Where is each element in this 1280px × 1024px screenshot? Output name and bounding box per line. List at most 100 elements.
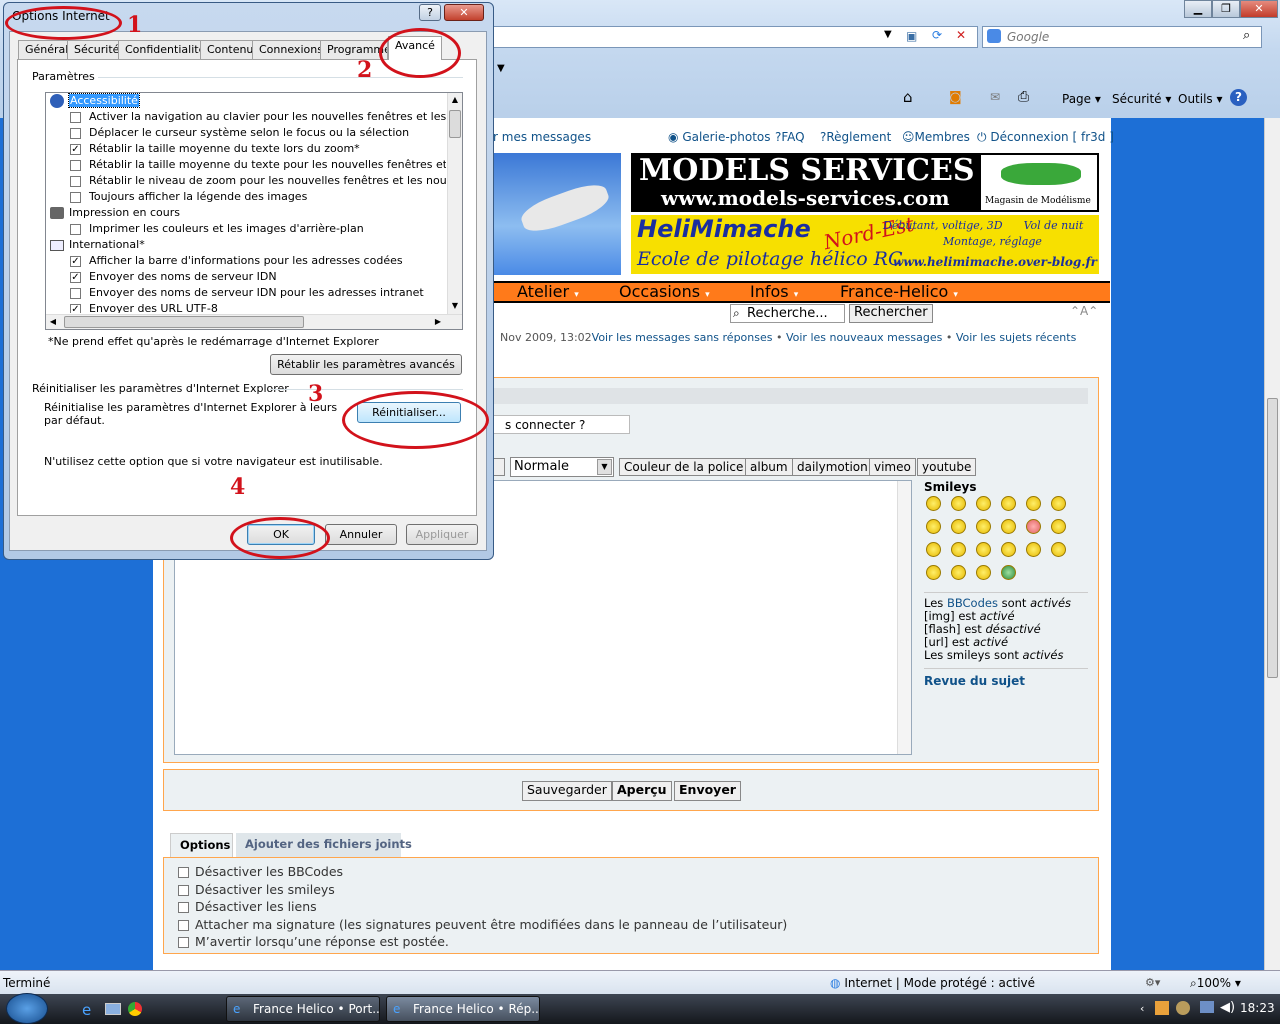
- search-engine-input[interactable]: Google: [982, 26, 1262, 48]
- forum-search-input[interactable]: ⌕ Recherche...: [730, 304, 845, 323]
- models-services-banner[interactable]: MODELS SERVICES www.models-services.com …: [631, 153, 1099, 212]
- option-disable-bbcode[interactable]: Désactiver les BBCodes: [178, 863, 787, 881]
- tray-app-icon-2[interactable]: [1176, 1001, 1190, 1015]
- textarea-scrollbar[interactable]: [897, 481, 911, 754]
- zoom-level[interactable]: ⌕100% ▾: [1190, 976, 1241, 991]
- desktop-icon[interactable]: [105, 1003, 121, 1015]
- setting-category-accessibility[interactable]: Accessibilité: [50, 93, 140, 109]
- font-size-icon[interactable]: ⌃A⌃: [1070, 304, 1098, 318]
- smiley-icon[interactable]: [976, 565, 991, 580]
- faq-link[interactable]: ?FAQ: [775, 130, 805, 144]
- album-button[interactable]: album: [745, 458, 793, 476]
- tab-options[interactable]: Options: [170, 833, 233, 858]
- smiley-icon[interactable]: [976, 496, 991, 511]
- compat-icon[interactable]: ▣: [906, 29, 917, 43]
- security-zone[interactable]: ◍ Internet | Mode protégé : activé: [830, 976, 1035, 990]
- setting-keyboard-nav[interactable]: Activer la navigation au clavier pour le…: [70, 109, 446, 125]
- search-icon[interactable]: ⌕: [1243, 28, 1250, 43]
- option-disable-smileys[interactable]: Désactiver les smileys: [178, 881, 787, 899]
- tab-connections[interactable]: Connexions: [252, 40, 330, 60]
- setting-reset-text-zoom[interactable]: ✓ Rétablir la taille moyenne du texte lor…: [70, 141, 360, 157]
- tray-app-icon[interactable]: [1155, 1001, 1169, 1015]
- scrollbar-thumb[interactable]: [1267, 398, 1278, 678]
- volume-icon[interactable]: ◀): [1220, 1000, 1235, 1015]
- smiley-icon[interactable]: [1001, 519, 1016, 534]
- scrollbar-thumb[interactable]: [64, 316, 304, 328]
- dialog-close-button[interactable]: ✕: [444, 4, 484, 21]
- settings-scrollbar-v[interactable]: ▲ ▼: [447, 93, 462, 314]
- smiley-icon[interactable]: [1026, 542, 1041, 557]
- smiley-icon[interactable]: [926, 519, 941, 534]
- home-icon[interactable]: ⌂: [903, 88, 913, 106]
- scroll-left-icon[interactable]: ◀: [46, 315, 60, 329]
- dailymotion-button[interactable]: dailymotion: [792, 458, 873, 476]
- tabs-dropdown-icon[interactable]: ▼: [497, 63, 505, 74]
- menu-infos[interactable]: Infos ▾: [750, 282, 798, 301]
- restore-advanced-button[interactable]: Rétablir les paramètres avancés: [270, 354, 462, 375]
- preview-button[interactable]: Aperçu: [612, 781, 672, 801]
- tray-expand-icon[interactable]: ‹: [1140, 1002, 1144, 1015]
- gallery-link[interactable]: ◉ Galerie-photos: [668, 130, 771, 144]
- protected-mode-icon[interactable]: ⚙▾: [1145, 976, 1160, 989]
- taskbar-item-portal[interactable]: e France Helico • Port...: [226, 996, 380, 1022]
- minimize-button[interactable]: ▁: [1184, 0, 1212, 18]
- option-attach-signature[interactable]: Attacher ma signature (les signatures pe…: [178, 916, 787, 934]
- dialog-help-button[interactable]: ?: [419, 4, 441, 21]
- bbcodes-link[interactable]: BBCodes: [947, 596, 998, 610]
- smiley-icon[interactable]: [1051, 542, 1066, 557]
- smiley-icon[interactable]: [951, 496, 966, 511]
- page-scrollbar[interactable]: [1264, 118, 1280, 970]
- smiley-icon[interactable]: [1026, 496, 1041, 511]
- setting-info-bar-encoded[interactable]: ✓ Afficher la barre d'informations pour l…: [70, 253, 403, 269]
- setting-reset-zoom-new[interactable]: Rétablir le niveau de zoom pour les nouv…: [70, 173, 446, 189]
- rules-link[interactable]: ?Règlement: [820, 130, 891, 144]
- scroll-up-icon[interactable]: ▲: [448, 93, 462, 107]
- cancel-button[interactable]: Annuler: [325, 524, 397, 545]
- tab-programs[interactable]: Programmes: [320, 40, 388, 60]
- print-icon[interactable]: ⎙: [1018, 89, 1029, 105]
- smiley-icon[interactable]: [1001, 565, 1016, 580]
- smiley-icon[interactable]: [951, 565, 966, 580]
- setting-print-backgrounds[interactable]: Imprimer les couleurs et les images d'ar…: [70, 221, 364, 237]
- setting-send-idn-intranet[interactable]: Envoyer des noms de serveur IDN pour les…: [70, 285, 424, 301]
- smiley-icon[interactable]: [951, 519, 966, 534]
- setting-reset-text-new[interactable]: Rétablir la taille moyenne du texte pour…: [70, 157, 446, 173]
- refresh-icon[interactable]: ⟳: [932, 28, 942, 42]
- font-color-button[interactable]: Couleur de la police: [619, 458, 749, 476]
- scroll-down-icon[interactable]: ▼: [448, 299, 462, 313]
- rss-icon[interactable]: ◙: [949, 90, 962, 105]
- smiley-icon[interactable]: [976, 542, 991, 557]
- chevron-down-icon[interactable]: ▼: [884, 29, 892, 40]
- smiley-icon[interactable]: [926, 565, 941, 580]
- menu-atelier[interactable]: Atelier ▾: [517, 282, 579, 301]
- setting-category-printing[interactable]: Impression en cours: [50, 205, 180, 221]
- clock[interactable]: 18:23: [1240, 1001, 1275, 1015]
- logout-link[interactable]: ⏻ Déconnexion [ fr3d ]: [977, 130, 1114, 145]
- new-messages-link[interactable]: Voir les nouveaux messages: [786, 331, 942, 344]
- tools-menu[interactable]: Outils ▾: [1178, 90, 1223, 108]
- smiley-icon[interactable]: [1001, 542, 1016, 557]
- login-hint-field[interactable]: s connecter ?: [492, 415, 630, 434]
- setting-image-captions[interactable]: Toujours afficher la légende des images: [70, 189, 307, 205]
- setting-send-utf8[interactable]: ✓ Envoyer des URL UTF-8: [70, 301, 218, 313]
- my-messages-link[interactable]: r mes messages: [493, 130, 591, 144]
- smiley-icon[interactable]: [1051, 519, 1066, 534]
- setting-category-international[interactable]: International*: [50, 237, 145, 253]
- option-disable-links[interactable]: Désactiver les liens: [178, 898, 787, 916]
- send-button[interactable]: Envoyer: [674, 781, 741, 801]
- members-link[interactable]: ☺Membres: [902, 130, 970, 144]
- close-window-button[interactable]: ✕: [1240, 0, 1278, 18]
- menu-occasions[interactable]: Occasions ▾: [619, 282, 710, 301]
- tab-privacy[interactable]: Confidentialité: [118, 40, 213, 60]
- vimeo-button[interactable]: vimeo: [869, 458, 916, 476]
- smiley-icon[interactable]: [1051, 496, 1066, 511]
- taskbar-item-reply[interactable]: e France Helico • Rép...: [386, 996, 540, 1022]
- maximize-button[interactable]: ❐: [1212, 0, 1240, 18]
- recent-topics-link[interactable]: Voir les sujets récents: [956, 331, 1076, 344]
- start-button[interactable]: [6, 993, 48, 1024]
- smiley-icon[interactable]: [1026, 519, 1041, 534]
- help-icon[interactable]: ?: [1230, 89, 1247, 106]
- menu-france-helico[interactable]: France-Helico ▾: [840, 282, 958, 301]
- scroll-right-icon[interactable]: ▶: [431, 315, 445, 329]
- stop-icon[interactable]: ✕: [956, 28, 966, 42]
